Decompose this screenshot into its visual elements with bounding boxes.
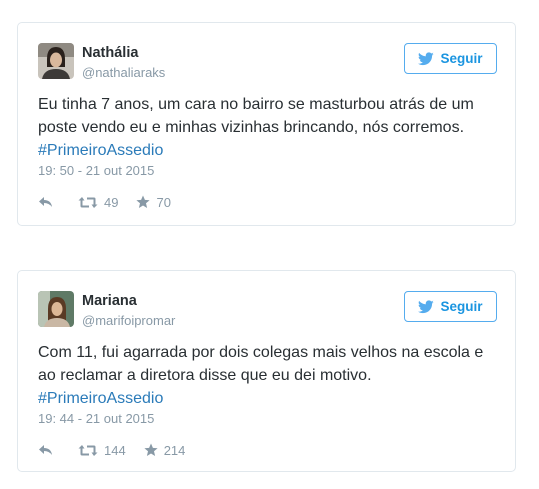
retweet-button[interactable]: 144 [78,443,126,458]
like-count: 70 [156,194,171,210]
like-button[interactable]: 70 [136,194,171,210]
follow-label: Seguir [440,51,483,66]
display-name[interactable]: Nathália [82,45,138,61]
retweet-count: 144 [104,442,126,458]
twitter-bird-icon [418,51,435,66]
tweet-text-line: ao reclamar a diretora disse que eu dei … [38,367,372,384]
tweet-timestamp[interactable]: 19: 44 - 21 out 2015 [38,411,154,426]
star-icon [144,443,158,457]
user-handle[interactable]: @marifoipromar [82,313,175,328]
tweet-text-line: Eu tinha 7 anos, um cara no bairro se ma… [38,96,474,113]
reply-icon[interactable] [38,196,54,208]
hashtag-link[interactable]: #PrimeiroAssedio [38,139,498,162]
tweet-text: Com 11, fui agarrada por dois colegas ma… [38,341,498,410]
tweet-actions: 144 214 [38,441,185,459]
user-handle[interactable]: @nathaliaraks [82,65,165,80]
tweet-card: Nathália @nathaliaraks Seguir Eu tinha 7… [17,22,516,226]
follow-label: Seguir [440,299,483,314]
star-icon [136,195,151,209]
twitter-bird-icon [418,299,435,314]
retweet-count: 49 [104,194,119,210]
like-count: 214 [163,442,186,458]
avatar[interactable] [38,43,74,79]
reply-icon[interactable] [38,444,54,456]
avatar[interactable] [38,291,74,327]
like-button[interactable]: 214 [144,442,186,458]
retweet-button[interactable]: 49 [78,195,118,210]
tweet-card: Mariana @marifoipromar Seguir Com 11, fu… [17,270,516,472]
display-name[interactable]: Mariana [82,293,137,309]
retweet-icon [78,196,98,209]
retweet-icon [78,444,98,457]
tweet-text-line: poste vendo eu e minhas vizinhas brincan… [38,119,465,136]
tweet-timestamp[interactable]: 19: 50 - 21 out 2015 [38,163,154,178]
follow-button[interactable]: Seguir [404,291,497,322]
follow-button[interactable]: Seguir [404,43,497,74]
hashtag-link[interactable]: #PrimeiroAssedio [38,387,498,410]
tweet-text: Eu tinha 7 anos, um cara no bairro se ma… [38,93,498,162]
tweet-text-line: Com 11, fui agarrada por dois colegas ma… [38,344,484,361]
tweet-actions: 49 70 [38,193,171,211]
